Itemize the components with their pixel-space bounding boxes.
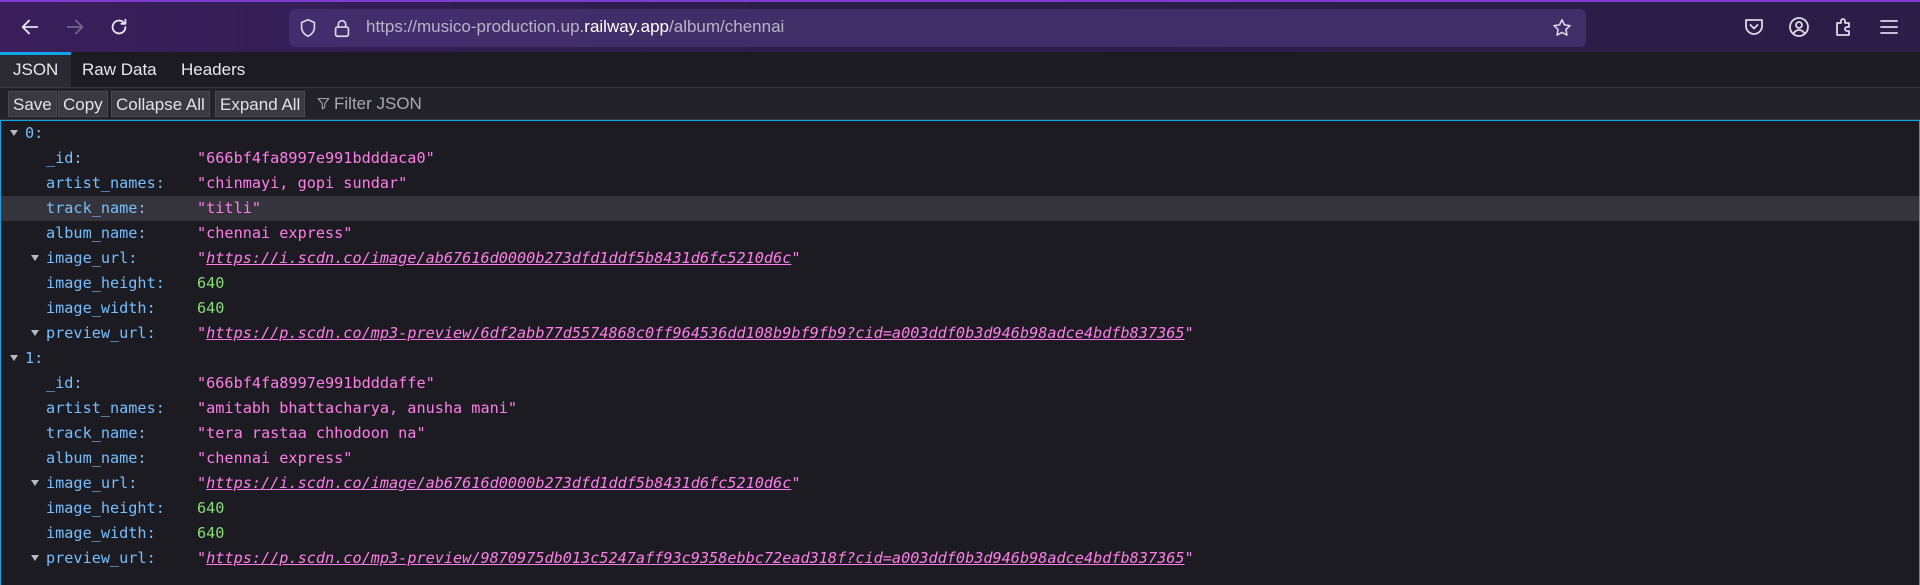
property-row[interactable]: _id: "666bf4fa8997e991bdddaca0" — [1, 146, 1919, 171]
property-value: "chinmayi, gopi sundar" — [197, 174, 408, 192]
property-row[interactable]: image_url: "https://i.scdn.co/image/ab676… — [1, 471, 1919, 496]
url-prefix: https://musico-production.up. — [366, 17, 585, 36]
property-row[interactable]: track_name: "titli" — [1, 196, 1919, 221]
property-key: artist_names: — [46, 399, 165, 417]
menu-icon[interactable] — [1877, 15, 1901, 39]
property-value: "tera rastaa chhodoon na" — [197, 424, 426, 442]
json-tree: 0: _id: "666bf4fa8997e991bdddaca0" artist_n… — [0, 120, 1920, 585]
viewer-tabs: JSON Raw Data Headers — [0, 52, 1920, 88]
arrow-left-icon — [21, 19, 39, 35]
tab-headers[interactable]: Headers — [168, 52, 258, 87]
property-value: "666bf4fa8997e991bdddaca0" — [197, 149, 435, 167]
property-value: "amitabh bhattacharya, anusha mani" — [197, 399, 518, 417]
url-text[interactable]: https://musico-production.up.railway.app… — [366, 17, 784, 37]
record-index: 0: — [25, 124, 44, 142]
expand-toggle-icon[interactable] — [31, 480, 39, 486]
url-link[interactable]: https://i.scdn.co/image/ab67616d0000b273… — [206, 474, 791, 492]
url-suffix: /album/chennai — [669, 17, 785, 36]
property-row[interactable]: artist_names: "amitabh bhattacharya, anus… — [1, 396, 1919, 421]
property-value: 640 — [197, 299, 225, 317]
expand-all-button[interactable]: Expand All — [215, 91, 306, 117]
property-key: preview_url: — [46, 549, 156, 567]
property-key: image_url: — [46, 474, 138, 492]
property-key: image_url: — [46, 249, 138, 267]
property-key: preview_url: — [46, 324, 156, 342]
copy-button[interactable]: Copy — [58, 91, 108, 117]
property-row[interactable]: album_name: "chennai express" — [1, 446, 1919, 471]
property-row[interactable]: _id: "666bf4fa8997e991bdddaffe" — [1, 371, 1919, 396]
property-key: track_name: — [46, 424, 147, 442]
property-value: "https://i.scdn.co/image/ab67616d0000b27… — [197, 249, 801, 267]
expand-toggle-icon[interactable] — [31, 255, 39, 261]
expand-toggle-icon[interactable] — [31, 330, 39, 336]
extensions-icon[interactable] — [1832, 15, 1856, 39]
property-key: _id: — [46, 149, 83, 167]
property-row[interactable]: image_height: 640 — [1, 271, 1919, 296]
property-value: "titli" — [197, 199, 262, 217]
url-link[interactable]: https://p.scdn.co/mp3-preview/9870975db0… — [206, 549, 1184, 567]
property-key: album_name: — [46, 449, 147, 467]
property-key: image_height: — [46, 274, 165, 292]
property-key: _id: — [46, 374, 83, 392]
property-row[interactable]: image_url: "https://i.scdn.co/image/ab676… — [1, 246, 1919, 271]
expand-toggle-icon[interactable] — [10, 130, 18, 136]
reload-button[interactable] — [104, 12, 134, 42]
property-row[interactable]: preview_url: "https://p.scdn.co/mp3-previ… — [1, 321, 1919, 346]
action-bar: Save Copy Collapse All Expand All Filter… — [0, 88, 1920, 120]
reload-icon — [111, 18, 127, 35]
property-value: "https://p.scdn.co/mp3-preview/9870975db… — [197, 549, 1194, 567]
address-bar[interactable]: https://musico-production.up.railway.app… — [289, 9, 1586, 47]
record-index: 1: — [25, 349, 44, 367]
url-domain: railway.app — [584, 17, 670, 36]
property-value: "666bf4fa8997e991bdddaffe" — [197, 374, 435, 392]
property-row[interactable]: image_height: 640 — [1, 496, 1919, 521]
filter-icon — [317, 98, 330, 110]
property-row[interactable]: preview_url: "https://p.scdn.co/mp3-previ… — [1, 546, 1919, 571]
property-key: album_name: — [46, 224, 147, 242]
account-icon[interactable] — [1787, 15, 1811, 39]
property-value: 640 — [197, 499, 225, 517]
property-value: "https://p.scdn.co/mp3-preview/6df2abb77… — [197, 324, 1194, 342]
url-link[interactable]: https://p.scdn.co/mp3-preview/6df2abb77d… — [206, 324, 1184, 342]
property-key: artist_names: — [46, 174, 165, 192]
property-key: image_width: — [46, 524, 156, 542]
pocket-icon[interactable] — [1742, 15, 1766, 39]
expand-toggle-icon[interactable] — [10, 355, 18, 361]
browser-toolbar: https://musico-production.up.railway.app… — [0, 0, 1920, 52]
tab-raw-data[interactable]: Raw Data — [69, 52, 170, 87]
expand-toggle-icon[interactable] — [31, 555, 39, 561]
property-row[interactable]: track_name: "tera rastaa chhodoon na" — [1, 421, 1919, 446]
property-row[interactable]: image_width: 640 — [1, 296, 1919, 321]
property-row[interactable]: image_width: 640 — [1, 521, 1919, 546]
collapse-all-button[interactable]: Collapse All — [111, 91, 210, 117]
bookmark-star-icon[interactable] — [1551, 17, 1573, 39]
url-link[interactable]: https://i.scdn.co/image/ab67616d0000b273… — [206, 249, 791, 267]
property-key: image_width: — [46, 299, 156, 317]
back-button[interactable] — [15, 12, 45, 42]
property-value: "chennai express" — [197, 224, 353, 242]
record-row[interactable]: 1: — [1, 346, 1919, 371]
property-value: 640 — [197, 274, 225, 292]
property-key: track_name: — [46, 199, 147, 217]
save-button[interactable]: Save — [8, 91, 57, 117]
arrow-right-icon — [66, 19, 84, 35]
record-row[interactable]: 0: — [1, 121, 1919, 146]
property-row[interactable]: album_name: "chennai express" — [1, 221, 1919, 246]
property-value: 640 — [197, 524, 225, 542]
tab-json[interactable]: JSON — [0, 52, 72, 87]
filter-placeholder: Filter JSON — [334, 94, 422, 113]
property-value: "https://i.scdn.co/image/ab67616d0000b27… — [197, 474, 801, 492]
property-key: image_height: — [46, 499, 165, 517]
property-value: "chennai express" — [197, 449, 353, 467]
lock-icon[interactable] — [331, 17, 353, 39]
shield-icon[interactable] — [297, 17, 319, 39]
filter-json-input[interactable]: Filter JSON — [317, 91, 422, 117]
property-row[interactable]: artist_names: "chinmayi, gopi sundar" — [1, 171, 1919, 196]
forward-button[interactable] — [60, 12, 90, 42]
